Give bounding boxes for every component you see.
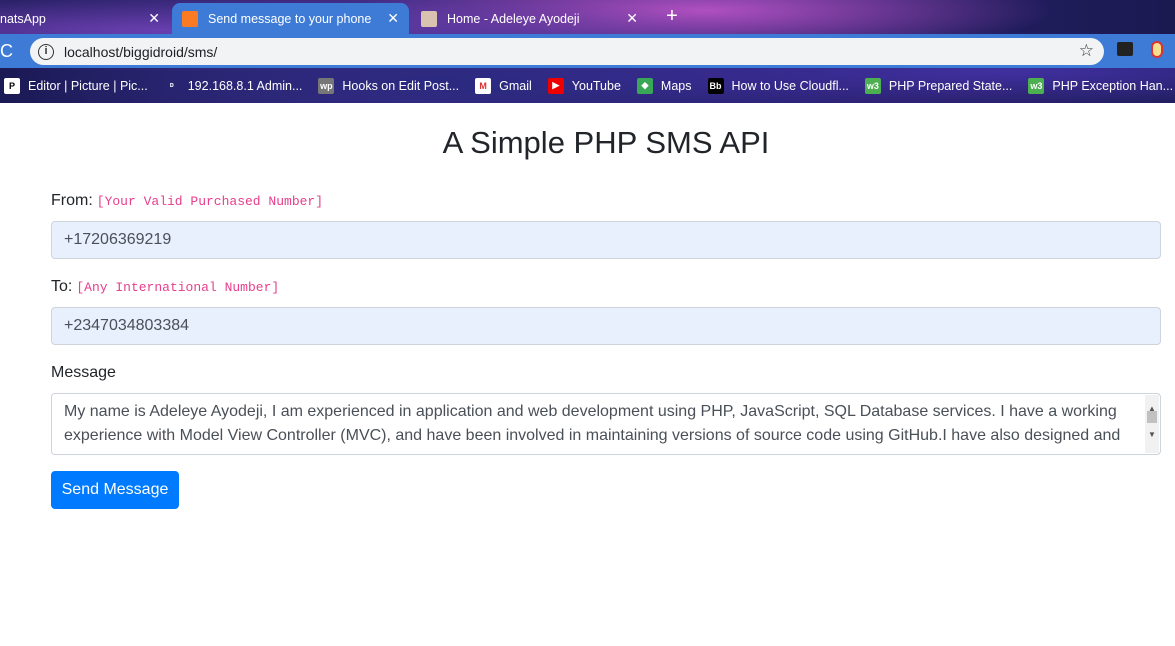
wp-icon: wp bbox=[318, 77, 335, 94]
avatar-icon bbox=[421, 10, 437, 27]
xampp-icon bbox=[182, 10, 198, 27]
bookmark-item[interactable]: w3 PHP Exception Han... bbox=[1028, 77, 1174, 94]
scroll-down-icon[interactable]: ▼ bbox=[1148, 423, 1156, 447]
bookmarks-bar: P Editor | Picture | Pic... ᴅ 192.168.8.… bbox=[0, 68, 1175, 103]
tab-send-message[interactable]: Send message to your phone ✕ bbox=[172, 3, 409, 34]
bookmark-label: PHP Exception Han... bbox=[1052, 78, 1174, 93]
youtube-icon: ▶ bbox=[547, 77, 564, 94]
w3-icon: w3 bbox=[1028, 77, 1045, 94]
extension-icon[interactable] bbox=[1117, 42, 1133, 56]
tab-strip: natsApp ✕ Send message to your phone ✕ H… bbox=[0, 0, 1175, 34]
bookmark-item[interactable]: Bb How to Use Cloudfl... bbox=[707, 77, 849, 94]
bookmark-label: YouTube bbox=[571, 78, 621, 93]
tab-whatsapp[interactable]: natsApp ✕ bbox=[0, 3, 170, 34]
to-value: +2347034803384 bbox=[64, 317, 190, 334]
send-message-button[interactable]: Send Message bbox=[51, 471, 179, 509]
bookmark-item[interactable]: wp Hooks on Edit Post... bbox=[318, 77, 460, 94]
from-value: +17206369219 bbox=[64, 231, 172, 248]
bookmark-label: PHP Prepared State... bbox=[888, 78, 1013, 93]
bookmark-label: Editor | Picture | Pic... bbox=[28, 78, 148, 93]
bookmark-item[interactable]: P Editor | Picture | Pic... bbox=[4, 77, 148, 94]
from-hint: [Your Valid Purchased Number] bbox=[96, 194, 324, 209]
scroll-thumb[interactable] bbox=[1147, 411, 1157, 423]
extension-icon[interactable] bbox=[1151, 41, 1163, 58]
tab-title: Send message to your phone bbox=[208, 11, 372, 26]
close-icon[interactable]: ✕ bbox=[387, 10, 399, 27]
from-label-text: From: bbox=[51, 192, 93, 209]
bb-icon: Bb bbox=[707, 77, 724, 94]
message-label: Message bbox=[51, 364, 116, 381]
star-icon[interactable]: ☆ bbox=[1079, 41, 1094, 61]
browser-chrome: natsApp ✕ Send message to your phone ✕ H… bbox=[0, 0, 1175, 103]
maps-icon: ◆ bbox=[636, 77, 653, 94]
page-title: A Simple PHP SMS API bbox=[442, 125, 770, 160]
gmail-icon: M bbox=[475, 77, 492, 94]
bookmark-item[interactable]: ▶ YouTube bbox=[547, 77, 621, 94]
url-text[interactable]: localhost/biggidroid/sms/ bbox=[64, 44, 217, 60]
bookmark-item[interactable]: M Gmail bbox=[475, 77, 532, 94]
bookmark-item[interactable]: ᴅ 192.168.8.1 Admin... bbox=[164, 78, 303, 94]
router-icon: ᴅ bbox=[169, 82, 174, 89]
pinterest-icon: P bbox=[4, 77, 20, 94]
reload-icon[interactable]: C bbox=[0, 41, 13, 62]
tab-home-adeleye[interactable]: Home - Adeleye Ayodeji ✕ bbox=[411, 3, 648, 34]
to-label-text: To: bbox=[51, 278, 73, 295]
bookmark-item[interactable]: w3 PHP Prepared State... bbox=[864, 77, 1013, 94]
bookmark-label: Gmail bbox=[499, 78, 532, 93]
to-input[interactable]: +2347034803384 bbox=[51, 307, 1161, 345]
bookmark-label: 192.168.8.1 Admin... bbox=[187, 78, 303, 93]
page-content: A Simple PHP SMS API From: [Your Valid Pu… bbox=[0, 103, 1175, 646]
bookmark-item[interactable]: ◆ Maps bbox=[636, 77, 692, 94]
message-value: My name is Adeleye Ayodeji, I am experie… bbox=[64, 403, 1121, 444]
toolbar: C i localhost/biggidroid/sms/ ☆ bbox=[0, 34, 1175, 68]
tab-title: natsApp bbox=[0, 11, 46, 26]
info-icon[interactable]: i bbox=[38, 43, 54, 60]
address-bar[interactable]: i localhost/biggidroid/sms/ ☆ bbox=[30, 38, 1104, 65]
bookmark-label: Hooks on Edit Post... bbox=[342, 78, 460, 93]
w3-icon: w3 bbox=[864, 77, 881, 94]
bookmark-label: Maps bbox=[660, 78, 692, 93]
tab-title: Home - Adeleye Ayodeji bbox=[447, 11, 580, 26]
from-input[interactable]: +17206369219 bbox=[51, 221, 1161, 259]
close-icon[interactable]: ✕ bbox=[626, 10, 638, 27]
textarea-scrollbar[interactable]: ▲ ▼ bbox=[1145, 395, 1159, 453]
bookmark-label: How to Use Cloudfl... bbox=[731, 78, 849, 93]
message-textarea[interactable]: My name is Adeleye Ayodeji, I am experie… bbox=[51, 393, 1161, 455]
from-label: From: [Your Valid Purchased Number] bbox=[51, 192, 323, 210]
to-label: To: [Any International Number] bbox=[51, 278, 279, 296]
new-tab-icon[interactable]: + bbox=[660, 5, 684, 28]
close-icon[interactable]: ✕ bbox=[148, 10, 160, 27]
to-hint: [Any International Number] bbox=[76, 280, 280, 295]
